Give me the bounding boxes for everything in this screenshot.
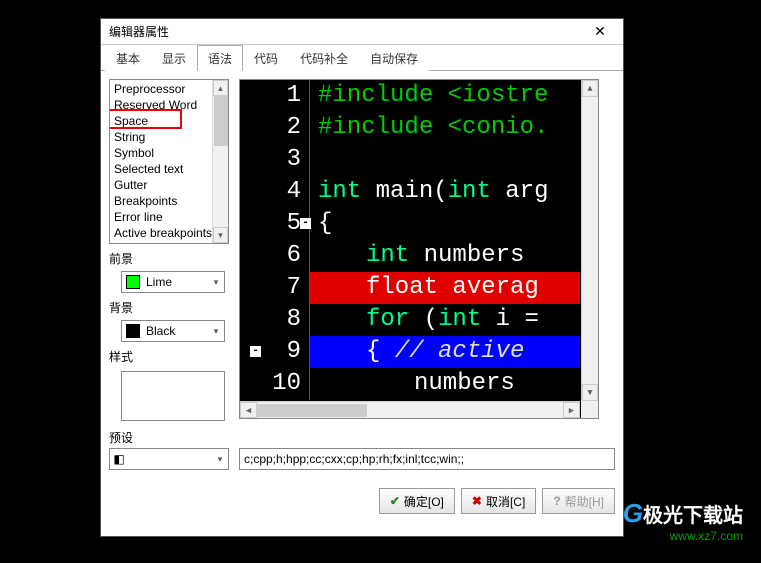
scroll-left-icon[interactable]: ◀ [240,402,257,418]
scroll-corner [581,401,598,418]
tab-autosave[interactable]: 自动保存 [359,45,429,71]
foreground-swatch-icon [126,275,140,289]
list-item[interactable]: String [110,129,228,145]
background-combo[interactable]: Black ▾ [121,320,225,342]
line-number: 1 [240,80,301,112]
style-list[interactable] [121,371,225,421]
tab-completion[interactable]: 代码补全 [289,45,359,71]
check-icon: ✔ [390,494,400,508]
preset-combo[interactable]: ◧ ▾ [109,448,229,470]
list-item[interactable]: Reserved Word [110,97,228,113]
cancel-button[interactable]: ✖ 取消[C] [461,488,536,514]
scrollbar-vertical[interactable]: ▲ ▼ [581,80,598,401]
chevron-down-icon[interactable]: ▾ [208,277,224,288]
code-line: int numbers [310,240,580,272]
background-value: Black [144,324,208,338]
tab-content: Preprocessor Reserved Word Space String … [101,71,623,522]
tab-display[interactable]: 显示 [151,45,197,71]
foreground-label: 前景 [109,250,229,267]
titlebar: 编辑器属性 ✕ [101,19,623,45]
chevron-down-icon[interactable]: ▾ [208,326,224,337]
question-icon: ? [553,494,560,508]
fold-minus-icon[interactable]: - [300,218,311,229]
list-item[interactable]: Breakpoints [110,193,228,209]
code-line-error: float averag [310,272,580,304]
code-line: int main(int arg [310,176,580,208]
code-line: numbers [310,368,580,400]
line-number: 8 [240,304,301,336]
scrollbar-vertical[interactable]: ▲ ▼ [212,80,228,243]
scroll-right-icon[interactable]: ▶ [563,402,580,418]
x-icon: ✖ [472,494,482,508]
fold-minus-icon[interactable]: - [250,346,261,357]
code-line: for (int i = [310,304,580,336]
syntax-element-list[interactable]: Preprocessor Reserved Word Space String … [109,79,229,244]
tab-code[interactable]: 代码 [243,45,289,71]
scroll-down-icon[interactable]: ▼ [582,384,598,401]
line-number: 3 [240,144,301,176]
editor-properties-dialog: 编辑器属性 ✕ 基本 显示 语法 代码 代码补全 自动保存 Preprocess… [100,18,624,537]
scroll-up-icon[interactable]: ▲ [213,80,228,96]
line-number: 10 [240,368,301,400]
background-label: 背景 [109,299,229,316]
line-number: 5 [240,208,301,240]
close-icon[interactable]: ✕ [583,21,617,43]
preset-file-icon: ◧ [110,452,128,466]
code-line [310,144,580,176]
help-button-label: 帮助[H] [565,493,604,510]
cancel-button-label: 取消[C] [486,493,525,510]
list-item[interactable]: Folding lines [110,241,228,244]
code-line: #include <conio. [310,112,580,144]
list-item[interactable]: Active breakpoints [110,225,228,241]
list-item[interactable]: Preprocessor [110,81,228,97]
dialog-title: 编辑器属性 [109,23,169,40]
code-preview: 1 2 3 4 5 6 7 8 9 10 #include <iostre #i… [239,79,599,419]
list-item[interactable]: Gutter [110,177,228,193]
preset-label: 预设 [109,429,615,446]
tabstrip: 基本 显示 语法 代码 代码补全 自动保存 [101,45,623,71]
foreground-value: Lime [144,275,208,289]
watermark: G极光下载站 www.xz7.com [623,498,743,543]
scroll-track[interactable] [257,402,563,418]
scroll-down-icon[interactable]: ▼ [213,227,228,243]
code-area: #include <iostre #include <conio. int ma… [310,80,580,400]
list-item[interactable]: Error line [110,209,228,225]
scroll-up-icon[interactable]: ▲ [582,80,598,97]
watermark-url: www.xz7.com [623,529,743,543]
scrollbar-horizontal[interactable]: ◀ ▶ [240,401,580,418]
ok-button-label: 确定[O] [404,493,444,510]
help-button[interactable]: ? 帮助[H] [542,488,615,514]
code-line-active-breakpoint: -{ // active [310,336,580,368]
tab-syntax[interactable]: 语法 [197,45,243,71]
list-item[interactable]: Space [110,113,228,129]
list-item[interactable]: Selected text [110,161,228,177]
ok-button[interactable]: ✔ 确定[O] [379,488,455,514]
line-number: 2 [240,112,301,144]
watermark-logo: G极光下载站 [623,498,743,529]
background-swatch-icon [126,324,140,338]
code-line: #include <iostre [310,80,580,112]
tab-basic[interactable]: 基本 [105,45,151,71]
line-number: 4 [240,176,301,208]
chevron-down-icon[interactable]: ▾ [212,454,228,465]
scroll-thumb[interactable] [214,96,228,146]
code-line: -{ [310,208,580,240]
style-label: 样式 [109,348,229,365]
foreground-combo[interactable]: Lime ▾ [121,271,225,293]
extensions-input[interactable] [239,448,615,470]
scroll-thumb[interactable] [257,404,367,417]
line-number: 7 [240,272,301,304]
list-item[interactable]: Symbol [110,145,228,161]
line-number: 6 [240,240,301,272]
